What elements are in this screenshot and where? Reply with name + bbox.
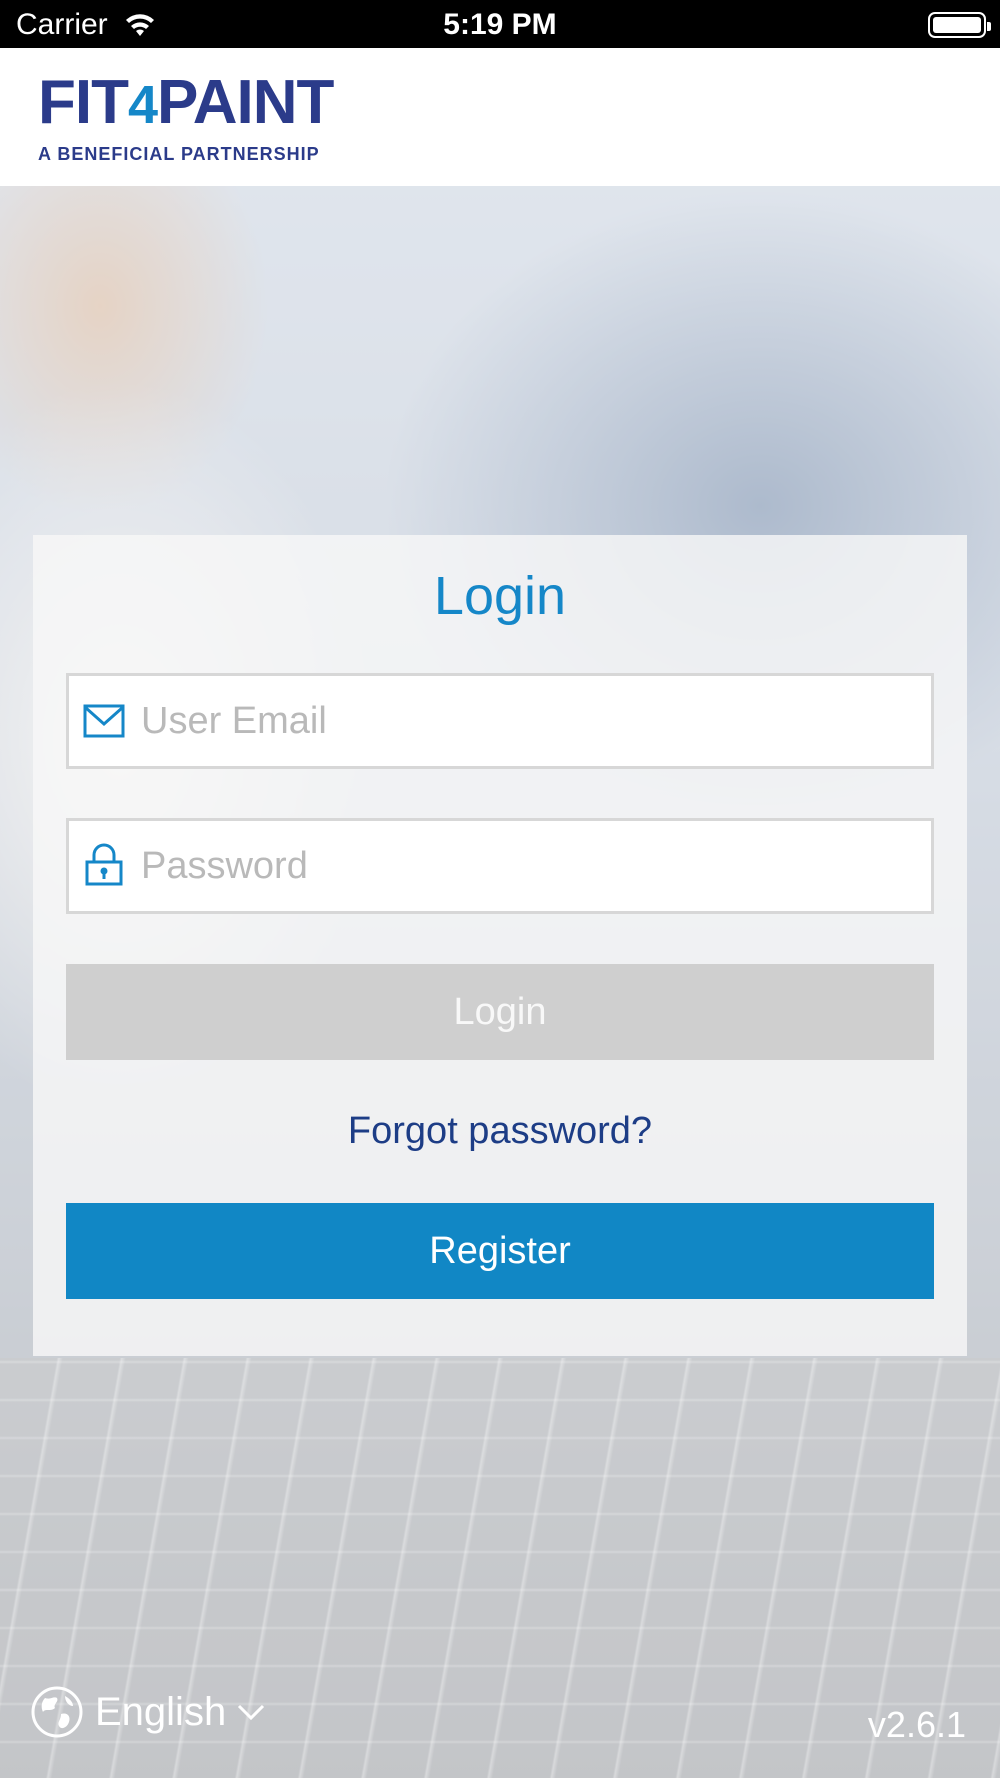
app-version: v2.6.1 bbox=[867, 1704, 966, 1745]
logo-wordmark: FIT4PAINT bbox=[38, 68, 334, 137]
fit4paint-logo: FIT4PAINT A BENEFICIAL PARTNERSHIP bbox=[38, 68, 343, 168]
register-button[interactable]: Register bbox=[66, 1203, 934, 1299]
forgot-password-link[interactable]: Forgot password? bbox=[33, 1110, 967, 1153]
logo-tagline: A BENEFICIAL PARTNERSHIP bbox=[38, 144, 320, 164]
email-field[interactable] bbox=[66, 673, 934, 769]
password-input[interactable] bbox=[141, 821, 921, 911]
language-selector[interactable]: English bbox=[31, 1686, 266, 1738]
app-header: FIT4PAINT A BENEFICIAL PARTNERSHIP bbox=[0, 48, 1000, 186]
battery-icon bbox=[928, 12, 991, 38]
chevron-down-icon bbox=[238, 1704, 265, 1721]
lock-icon bbox=[85, 843, 123, 886]
envelope-icon bbox=[83, 704, 125, 738]
email-input[interactable] bbox=[141, 676, 921, 766]
globe-icon bbox=[31, 1686, 83, 1738]
login-card: Login Login Forgot password? Register bbox=[33, 535, 967, 1356]
password-field[interactable] bbox=[66, 818, 934, 914]
login-title: Login bbox=[433, 566, 567, 626]
status-bar: Carrier 5:19 PM bbox=[0, 0, 1000, 48]
login-button[interactable]: Login bbox=[66, 964, 934, 1060]
status-time: 5:19 PM bbox=[443, 8, 557, 41]
language-label: English bbox=[95, 1689, 227, 1734]
